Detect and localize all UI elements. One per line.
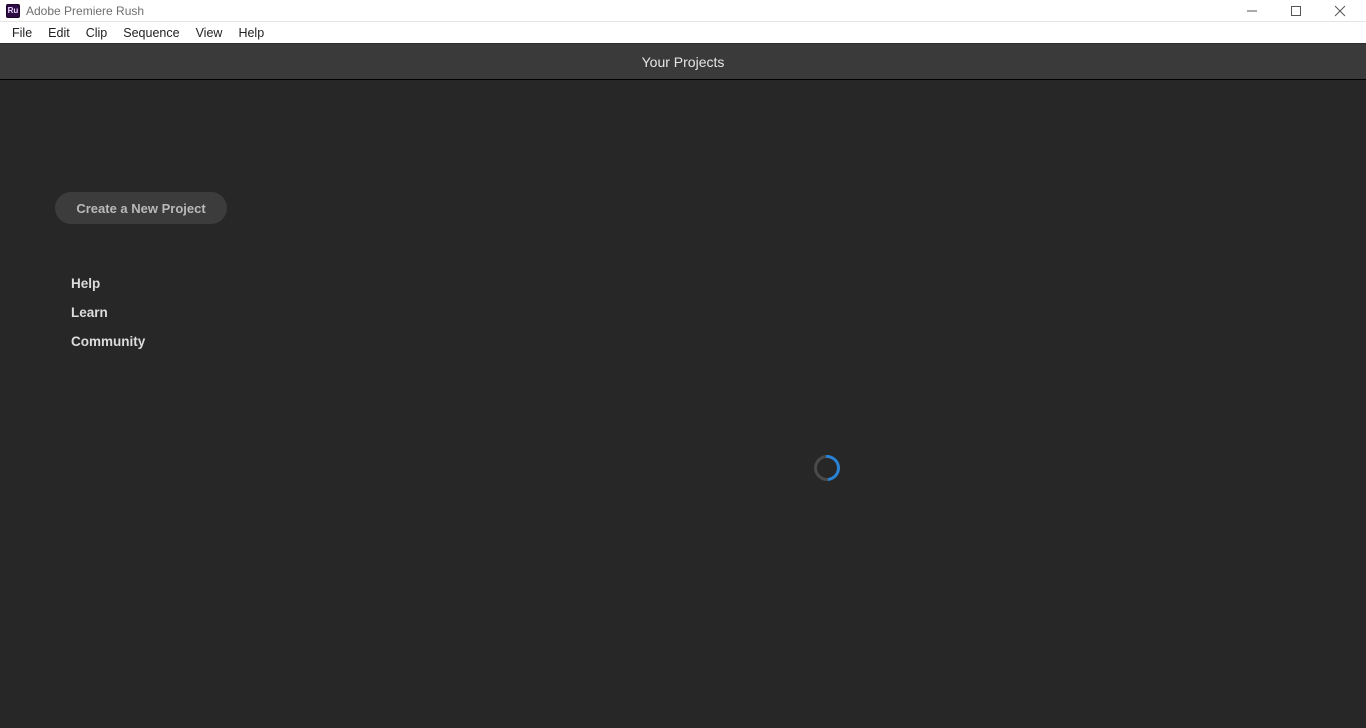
menubar: File Edit Clip Sequence View Help xyxy=(0,22,1366,43)
maximize-button[interactable] xyxy=(1288,3,1304,19)
sidebar-link-learn[interactable]: Learn xyxy=(71,305,280,320)
menu-sequence[interactable]: Sequence xyxy=(115,24,187,42)
main-area: Create a New Project Help Learn Communit… xyxy=(0,80,1366,728)
create-new-project-button[interactable]: Create a New Project xyxy=(55,192,227,224)
sidebar: Create a New Project Help Learn Communit… xyxy=(0,80,280,728)
titlebar: Ru Adobe Premiere Rush xyxy=(0,0,1366,22)
close-button[interactable] xyxy=(1332,3,1348,19)
app-title: Adobe Premiere Rush xyxy=(26,4,144,18)
menu-edit[interactable]: Edit xyxy=(40,24,78,42)
sidebar-link-community[interactable]: Community xyxy=(71,334,280,349)
app-icon: Ru xyxy=(6,4,20,18)
sidebar-links: Help Learn Community xyxy=(55,276,280,349)
loading-spinner xyxy=(814,455,840,481)
window-controls xyxy=(1244,3,1360,19)
projects-tab-header: Your Projects xyxy=(0,43,1366,80)
menu-clip[interactable]: Clip xyxy=(78,24,116,42)
menu-view[interactable]: View xyxy=(188,24,231,42)
menu-help[interactable]: Help xyxy=(230,24,272,42)
app-icon-text: Ru xyxy=(8,7,19,15)
projects-tab-label: Your Projects xyxy=(642,54,725,70)
spinner-icon xyxy=(809,450,846,487)
menu-file[interactable]: File xyxy=(4,24,40,42)
minimize-button[interactable] xyxy=(1244,3,1260,19)
sidebar-link-help[interactable]: Help xyxy=(71,276,280,291)
